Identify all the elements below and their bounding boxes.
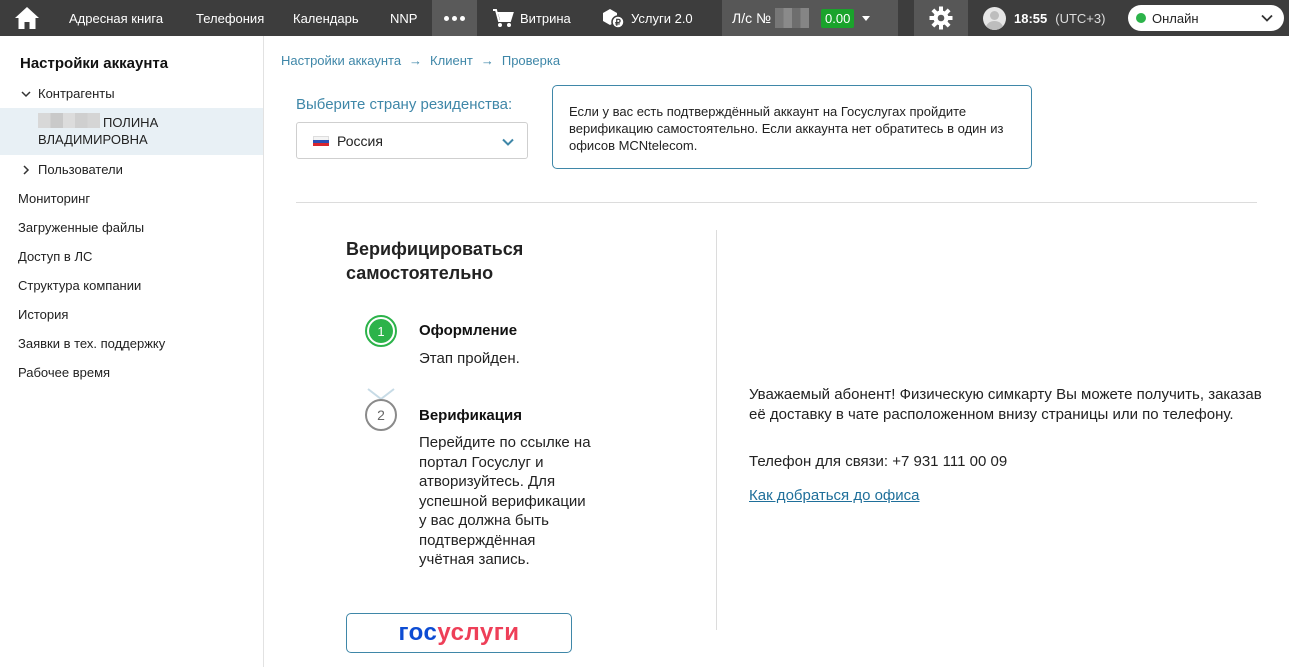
office-directions-link[interactable]: Как добраться до офиса <box>749 487 920 504</box>
step-2-indicator: 2 <box>365 399 397 431</box>
more-dots-icon <box>444 15 449 21</box>
sidebar-title: Настройки аккаунта <box>20 55 169 72</box>
cart-icon <box>493 9 514 27</box>
sidebar-item-uploaded-files[interactable]: Загруженные файлы <box>18 220 144 235</box>
nav-showcase-label: Витрина <box>520 10 571 26</box>
breadcrumb-account-settings[interactable]: Настройки аккаунта <box>281 53 401 68</box>
step-1-text: Этап пройден. <box>419 350 520 367</box>
nav-showcase[interactable]: Витрина <box>492 0 571 36</box>
sidebar-item-label: Пользователи <box>38 162 123 177</box>
sidebar: Настройки аккаунта Контрагенты ПОЛИНА ВЛ… <box>0 36 264 667</box>
counterparty-name-line1: ПОЛИНА <box>103 115 159 130</box>
contact-phone: Телефон для связи: +7 931 111 00 09 <box>749 453 1008 470</box>
name-redacted <box>38 113 100 128</box>
step-1-indicator: 1 <box>365 315 397 347</box>
nav-services[interactable]: ₽ Услуги 2.0 <box>601 0 693 36</box>
more-menu-button[interactable] <box>432 0 477 36</box>
account-selector[interactable]: Л/с № 0.00 <box>722 0 898 36</box>
nav-nnp[interactable]: NNP <box>390 0 417 36</box>
counterparty-name-line2: ВЛАДИМИРОВНА <box>38 132 148 147</box>
sidebar-item-access[interactable]: Доступ в ЛС <box>18 249 92 264</box>
divider <box>296 202 1257 203</box>
gosuslugi-button[interactable]: гос услуги <box>346 613 572 653</box>
nav-address-book[interactable]: Адресная книга <box>69 0 163 36</box>
timezone-label: (UTC+3) <box>1055 10 1106 26</box>
home-icon <box>15 7 39 29</box>
sidebar-item-working-hours[interactable]: Рабочее время <box>18 365 110 380</box>
arrow-right-icon: → <box>409 53 423 68</box>
vertical-divider <box>716 230 717 630</box>
chevron-down-icon <box>21 90 31 97</box>
settings-button[interactable] <box>914 0 968 36</box>
step-1-number: 1 <box>369 319 393 343</box>
chevron-right-icon <box>23 164 30 175</box>
country-label: Выберите страну резиденства: <box>296 96 513 113</box>
svg-text:₽: ₽ <box>615 18 621 28</box>
caret-down-icon <box>862 15 871 21</box>
balance-badge: 0.00 <box>821 8 855 28</box>
home-button[interactable] <box>6 0 48 36</box>
breadcrumb-client[interactable]: Клиент <box>430 53 473 68</box>
status-select[interactable]: Онлайн <box>1128 5 1284 31</box>
nav-calendar[interactable]: Календарь <box>293 0 359 36</box>
breadcrumb: Настройки аккаунта → Клиент → Проверка <box>281 53 560 68</box>
online-dot-icon <box>1136 13 1146 23</box>
gear-icon <box>929 6 953 30</box>
sidebar-item-history[interactable]: История <box>18 307 68 322</box>
status-value: Онлайн <box>1152 10 1199 26</box>
sidebar-item-users[interactable]: Пользователи <box>20 162 123 177</box>
nav-telephony[interactable]: Телефония <box>196 0 264 36</box>
step-1-title: Оформление <box>419 322 518 339</box>
chevron-down-icon <box>1261 14 1273 22</box>
country-value: Россия <box>337 132 383 149</box>
account-number-redacted <box>775 8 809 28</box>
step-2-title: Верификация <box>419 407 522 424</box>
account-label: Л/с № <box>732 10 771 26</box>
sidebar-item-company-structure[interactable]: Структура компании <box>18 278 141 293</box>
office-info-text: Уважаемый абонент! Физическую симкарту В… <box>749 386 1262 423</box>
top-navigation-bar: Адресная книга Телефония Календарь NNP В… <box>0 0 1289 36</box>
sidebar-item-monitoring[interactable]: Мониторинг <box>18 191 90 206</box>
country-select[interactable]: Россия <box>296 122 528 159</box>
clock-time: 18:55 <box>1014 10 1048 26</box>
breadcrumb-verification: Проверка <box>501 53 561 68</box>
russia-flag-icon <box>313 135 329 146</box>
gosuslugi-logo-part1: гос <box>398 619 438 646</box>
sidebar-item-selected-counterparty[interactable]: ПОЛИНА ВЛАДИМИРОВНА <box>0 108 263 155</box>
chevron-down-icon <box>502 138 514 146</box>
nav-services-label: Услуги 2.0 <box>631 10 693 26</box>
sidebar-item-counterparties[interactable]: Контрагенты <box>20 86 115 101</box>
gosuslugi-logo-part2: услуги <box>437 619 520 646</box>
services-box-icon: ₽ <box>603 9 625 29</box>
user-menu[interactable]: 18:55 (UTC+3) <box>983 0 1105 36</box>
info-notice: Если у вас есть подтверждённый аккаунт н… <box>552 85 1032 169</box>
sidebar-item-support-tickets[interactable]: Заявки в тех. поддержку <box>18 336 165 351</box>
sidebar-item-label: Контрагенты <box>38 86 115 101</box>
self-verify-title: Верифицироваться самостоятельно <box>346 239 524 283</box>
step-2-number: 2 <box>377 407 385 423</box>
arrow-right-icon: → <box>480 53 494 68</box>
avatar <box>983 6 1006 30</box>
step-2-text: Перейдите по ссылке на портал Госуслуг и… <box>419 434 591 568</box>
